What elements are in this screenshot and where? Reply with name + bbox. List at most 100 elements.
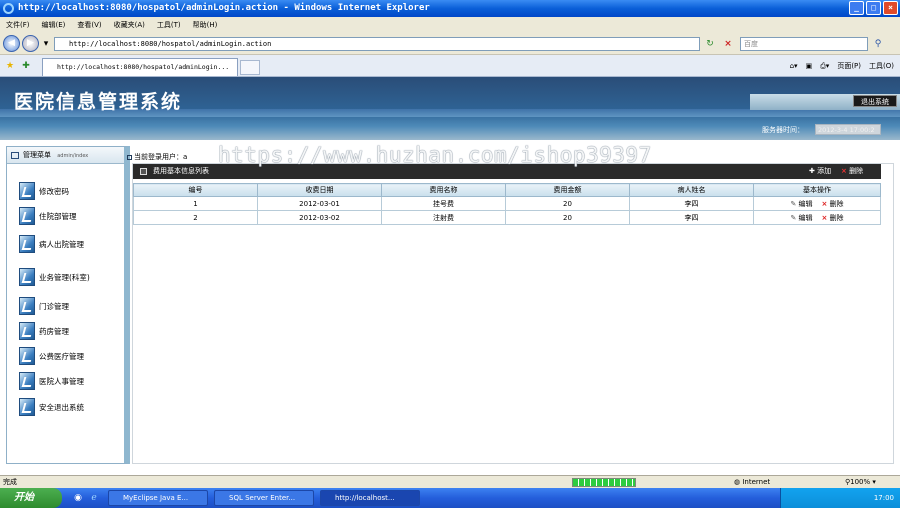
- list-icon: [140, 168, 147, 175]
- menu-folder-icon: [19, 268, 35, 286]
- ie-icon: [3, 3, 14, 14]
- window-title-bar: http://localhost:8080/hospatol/adminLogi…: [0, 0, 900, 17]
- forward-icon[interactable]: ▶: [22, 35, 39, 52]
- col-name: 费用名称: [381, 183, 506, 197]
- task-myeclipse[interactable]: MyEclipse Java E...: [108, 490, 208, 506]
- menu-folder-icon: [19, 297, 35, 315]
- back-icon[interactable]: ◀: [3, 35, 20, 52]
- menu-folder-icon: [19, 235, 35, 253]
- menu-folder-icon: [19, 372, 35, 390]
- row-delete-button[interactable]: × 删除: [821, 214, 843, 222]
- stop-icon[interactable]: ×: [722, 38, 734, 50]
- task-ie[interactable]: http://localhost...: [320, 490, 420, 506]
- task-sqlserver[interactable]: SQL Server Enter...: [214, 490, 314, 506]
- web-page: 医院信息管理系统 服务器时间： 2012-3-4 17:00:2 退出系统 管理…: [0, 77, 900, 475]
- fee-table: 编号 收费日期 费用名称 费用金额 病人姓名 基本操作 1 2012-03-01…: [133, 183, 881, 225]
- sidebar-item-departments[interactable]: 业务管理(科室): [19, 267, 90, 287]
- sidebar-item-change-password[interactable]: 修改密码: [19, 181, 69, 201]
- sidebar-item-inpatient[interactable]: 住院部管理: [19, 206, 77, 226]
- menu-file[interactable]: 文件(F): [6, 17, 30, 33]
- delete-icon: ×: [841, 167, 847, 175]
- delete-icon: ×: [821, 199, 828, 208]
- new-tab-button[interactable]: [240, 60, 260, 75]
- start-button[interactable]: 开始: [0, 488, 62, 508]
- page-menu[interactable]: 页面(P): [837, 59, 861, 73]
- menu-tools[interactable]: 工具(T): [157, 17, 181, 33]
- tab-current[interactable]: http://localhost:8080/hospatol/adminLogi…: [42, 58, 238, 76]
- app-banner: 医院信息管理系统 服务器时间： 2012-3-4 17:00:2: [0, 77, 900, 140]
- address-row: ◀ ▶ ▾ http://localhost:8080/hospatol/adm…: [0, 33, 900, 55]
- current-user-label: 当前登录用户：a: [127, 152, 187, 162]
- add-button[interactable]: ✚ 添加: [809, 164, 831, 179]
- feeds-icon[interactable]: ▣: [806, 59, 813, 73]
- tools-menu[interactable]: 工具(O): [869, 59, 894, 73]
- sidebar-item-discharge[interactable]: 病人出院管理: [19, 234, 84, 254]
- favorites-star-icon[interactable]: ★: [4, 60, 16, 72]
- search-icon[interactable]: ⚲: [872, 38, 884, 50]
- delete-button[interactable]: × 删除: [841, 164, 863, 179]
- system-tray: 17:00: [780, 488, 900, 508]
- clock: 17:00: [873, 494, 894, 502]
- sidebar-item-pharmacy[interactable]: 药房管理: [19, 321, 69, 341]
- status-text: 完成: [3, 478, 17, 486]
- minimize-button[interactable]: _: [849, 1, 864, 15]
- edit-button[interactable]: ✎ 编辑: [790, 200, 812, 208]
- quick-launch-icon[interactable]: ◉: [72, 492, 84, 504]
- menu-edit[interactable]: 编辑(E): [42, 17, 66, 33]
- menu-favorites[interactable]: 收藏夹(A): [114, 17, 145, 33]
- sidebar-header: 管理菜单 admin/index: [7, 147, 124, 164]
- ie-quick-icon[interactable]: ℯ: [88, 492, 100, 504]
- sidebar-item-logout[interactable]: 安全退出系统: [19, 397, 84, 417]
- logout-button[interactable]: 退出系统: [853, 95, 897, 107]
- server-time-label: 服务器时间：: [762, 126, 804, 134]
- print-icon[interactable]: ⎙▾: [820, 59, 829, 73]
- home-icon[interactable]: ⌂▾: [790, 59, 798, 73]
- sidebar-item-hr[interactable]: 医院人事管理: [19, 371, 84, 391]
- menu-folder-icon: [19, 182, 35, 200]
- globe-icon: ◍: [734, 478, 741, 486]
- menu-help[interactable]: 帮助(H): [193, 17, 218, 33]
- table-row: 2 2012-03-02 注射费 20 李四 ✎ 编辑 × 删除: [133, 210, 881, 225]
- progress-bar: [572, 478, 636, 487]
- pencil-icon: ✎: [790, 213, 797, 222]
- menu-folder-icon: [19, 322, 35, 340]
- maximize-button[interactable]: □: [866, 1, 881, 15]
- content-panel: 费用基本信息列表 ✚ 添加 × 删除 编号 收费日期 费用名称 费用金额 病人姓…: [132, 163, 894, 464]
- menu-view[interactable]: 查看(V): [77, 17, 101, 33]
- zoom-level[interactable]: ⚲100% ▾: [845, 476, 876, 488]
- edit-button[interactable]: ✎ 编辑: [790, 214, 812, 222]
- menu-bar: 文件(F) 编辑(E) 查看(V) 收藏夹(A) 工具(T) 帮助(H): [0, 17, 900, 33]
- col-patient: 病人姓名: [629, 183, 754, 197]
- watermark-text: https://www.huzhan.com/ishop39397: [218, 143, 652, 167]
- window-title: http://localhost:8080/hospatol/adminLogi…: [18, 3, 430, 13]
- table-row: 1 2012-03-01 挂号费 20 李四 ✎ 编辑 × 删除: [133, 196, 881, 211]
- search-input[interactable]: 百度: [740, 37, 868, 51]
- col-amount: 费用金额: [505, 183, 630, 197]
- menu-folder-icon: [19, 347, 35, 365]
- sidebar-item-outpatient[interactable]: 门诊管理: [19, 296, 69, 316]
- menu-folder-icon: [19, 398, 35, 416]
- delete-icon: ×: [821, 213, 828, 222]
- sidebar-item-public-medical[interactable]: 公费医疗管理: [19, 346, 84, 366]
- col-id: 编号: [133, 183, 258, 197]
- col-date: 收费日期: [257, 183, 382, 197]
- tab-row: ★ ✚ http://localhost:8080/hospatol/admin…: [0, 55, 900, 77]
- app-title: 医院信息管理系统: [14, 91, 183, 113]
- server-time-value: 2012-3-4 17:00:2: [815, 124, 881, 135]
- taskbar: 开始 ◉ ℯ MyEclipse Java E... SQL Server En…: [0, 488, 900, 508]
- sidebar: 管理菜单 admin/index 修改密码 住院部管理 病人出院管理 业务管理(…: [6, 146, 130, 464]
- refresh-icon[interactable]: ↻: [704, 38, 716, 50]
- status-bar: 完成 ◍ Internet ⚲100% ▾: [0, 475, 900, 488]
- address-input[interactable]: http://localhost:8080/hospatol/adminLogi…: [54, 37, 700, 51]
- row-delete-button[interactable]: × 删除: [821, 200, 843, 208]
- chevron-down-icon[interactable]: ▾: [40, 38, 52, 50]
- security-zone: ◍ Internet: [734, 478, 771, 486]
- panel-title: 费用基本信息列表: [153, 167, 209, 175]
- col-actions: 基本操作: [753, 183, 881, 197]
- close-button[interactable]: ×: [883, 1, 898, 15]
- menu-folder-icon: [19, 207, 35, 225]
- pencil-icon: ✎: [790, 199, 797, 208]
- add-favorite-icon[interactable]: ✚: [20, 60, 32, 72]
- menu-square-icon: [11, 152, 19, 159]
- user-square-icon: [127, 154, 132, 160]
